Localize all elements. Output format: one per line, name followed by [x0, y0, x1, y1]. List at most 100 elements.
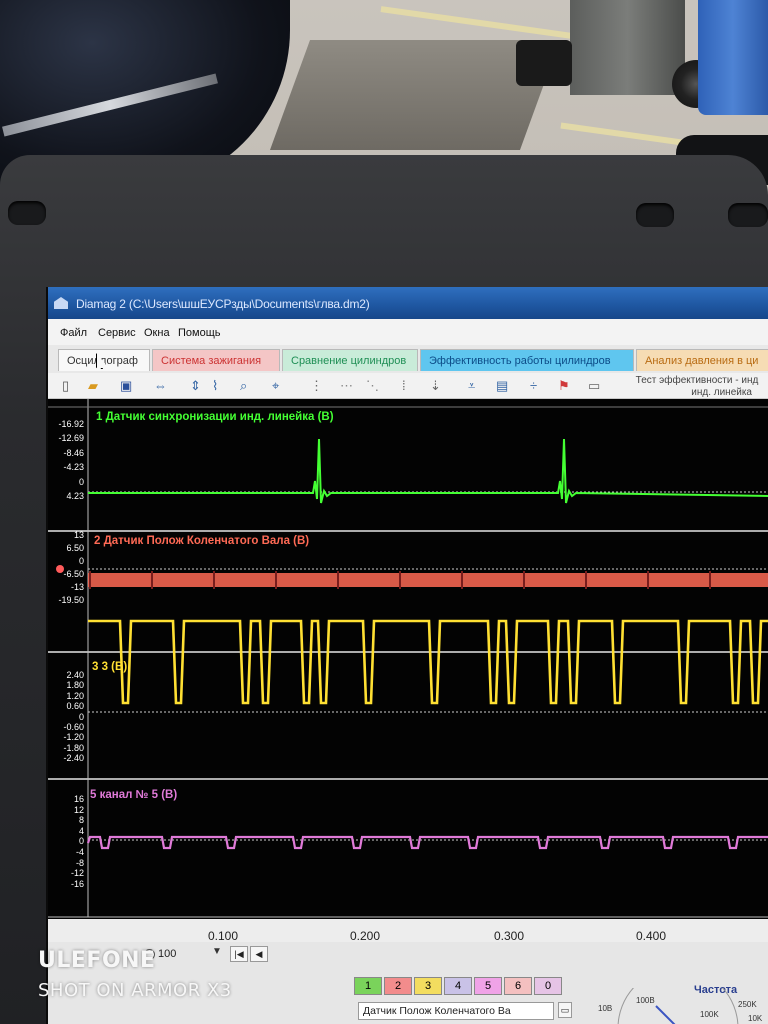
zoom-select[interactable]: 100	[158, 948, 220, 964]
y-tick-label: -16	[70, 878, 84, 889]
y-tick-label: -19.50	[58, 595, 84, 605]
trace-channel-5	[86, 835, 768, 850]
tab-pressure-analysis[interactable]: Анализ давления в ци	[636, 349, 768, 371]
bezel-bumper	[636, 203, 674, 227]
marker-icon[interactable]: ⋮	[310, 379, 323, 393]
channel-toggle-2[interactable]: 2	[384, 977, 412, 995]
dial-needle	[655, 1005, 676, 1024]
y-tick-label: 4	[78, 825, 84, 836]
menu-file[interactable]: Файл	[60, 327, 87, 339]
y-tick-label: -8	[75, 857, 84, 868]
y-tick-label: -1.80	[63, 742, 84, 753]
y-tick-label: -12	[70, 868, 84, 879]
test-mode-label: Тест эффективности - инд инд. линейка	[635, 375, 759, 398]
divide-icon[interactable]: ÷	[530, 379, 537, 393]
x-tick-label: 0.300	[494, 929, 525, 943]
fit-icon[interactable]: ⌖	[272, 379, 279, 393]
channel-1-title: 1 Датчик синхронизации инд. линейка (В)	[96, 411, 334, 423]
first-page-button[interactable]: |◀	[230, 946, 248, 962]
y-tick-label: 0	[78, 711, 84, 722]
y-tick-label: 0	[78, 476, 84, 487]
oscilloscope-plot	[48, 399, 768, 918]
shift-icon[interactable]: ⋯	[340, 379, 353, 393]
y-tick-label: -4	[75, 847, 84, 857]
channel-toggle-6[interactable]: 6	[504, 977, 532, 995]
y-tick-label: 4.23	[66, 491, 84, 501]
export-icon[interactable]: ▭	[588, 379, 600, 393]
y-tick-label: -6.50	[63, 569, 84, 579]
watermark-brand: ULEFONE	[38, 948, 156, 973]
save-icon[interactable]: ▣	[120, 379, 132, 393]
window-title: Diamag 2 (C:\Users\шшЕУСРзды\Documents\г…	[76, 297, 370, 311]
tab-ignition-system[interactable]: Система зажигания	[152, 349, 280, 371]
floor-stripe	[380, 6, 580, 40]
dial-label: 100K	[700, 1010, 719, 1019]
x-tick-label: 0.100	[208, 929, 239, 943]
rubber-block	[516, 40, 572, 86]
tab-oscilloscope[interactable]: Осциллограф	[58, 349, 150, 371]
y-tick-label: -12.69	[58, 433, 84, 444]
channel-3-trace	[88, 619, 768, 705]
y-tick-label: -16.92	[58, 419, 84, 429]
watermark-device: SHOT ON ARMOR X3	[38, 980, 232, 1001]
frequency-dial[interactable]	[608, 988, 748, 1024]
horizontal-zoom-icon[interactable]: ⇔	[154, 379, 167, 393]
filter-icon[interactable]: ⩡	[468, 379, 475, 393]
scale-icon[interactable]: ⋱	[366, 379, 379, 393]
dial-label: 100В	[636, 996, 655, 1005]
y-tick-label: -2.40	[63, 753, 84, 764]
y-tick-label: 0.60	[66, 701, 84, 712]
trace-channel-1	[88, 438, 768, 504]
channel-settings-button[interactable]: ▭	[558, 1002, 572, 1018]
tab-bar: Осциллограф Система зажигания Сравнение …	[48, 345, 768, 373]
channel-5-title: 5 канал № 5 (В)	[90, 789, 178, 801]
channel-toggle-3[interactable]: 3	[414, 977, 442, 995]
laptop-screen: Diamag 2 (C:\Users\шшЕУСРзды\Documents\г…	[46, 287, 768, 1024]
y-tick-label: 2.40	[66, 670, 84, 680]
y-tick-label: 0	[78, 556, 84, 566]
sync-sensor-trace	[88, 438, 768, 504]
table-icon[interactable]: ▤	[496, 379, 508, 393]
menu-bar: Файл Сервис Окна Помощь	[48, 319, 768, 345]
channel-3-title: 3 3 (В)	[92, 661, 128, 673]
grid-icon[interactable]: ⁞	[402, 379, 406, 393]
y-tick-label: -8.46	[63, 447, 84, 458]
open-folder-icon[interactable]: ▰	[88, 379, 98, 393]
x-tick-label: 0.200	[350, 929, 381, 943]
y-tick-label: 12	[73, 804, 84, 815]
magnifier-icon[interactable]: ⌕	[240, 379, 247, 393]
channel-toggle-0[interactable]: 0	[534, 977, 562, 995]
channel-toggle-4[interactable]: 4	[444, 977, 472, 995]
dial-label: 10В	[598, 1004, 613, 1013]
tab-cylinder-efficiency[interactable]: Эффективность работы цилиндров	[420, 349, 634, 371]
menu-service[interactable]: Сервис	[98, 327, 136, 339]
y-tick-label: 0	[78, 836, 84, 847]
selected-channel-field[interactable]: Датчик Полож Коленчатого Ва	[358, 1002, 554, 1020]
channel-toggle-1[interactable]: 1	[354, 977, 382, 995]
toolbar: ▯ ▰ ▣ ⇔ ⇕ ⌇ ⌕ ⌖ ⋮ ⋯ ⋱ ⁞ ⇣ ⩡ ▤ ÷ ⚑ ▭ Тест…	[48, 373, 768, 399]
y-tick-label: 16	[73, 794, 84, 804]
new-file-icon[interactable]: ▯	[62, 379, 69, 393]
flag-icon[interactable]: ⚑	[558, 379, 570, 393]
y-tick-label: 6.50	[66, 543, 84, 553]
bezel-bumper	[8, 201, 46, 225]
prev-page-button[interactable]: ◀	[250, 946, 268, 962]
y-tick-label: -0.60	[63, 722, 84, 732]
chevron-down-icon[interactable]: ▼	[212, 946, 222, 957]
menu-help[interactable]: Помощь	[178, 327, 221, 339]
align-icon[interactable]: ⇣	[430, 379, 441, 393]
channel-toggle-5[interactable]: 5	[474, 977, 502, 995]
menu-windows[interactable]: Окна	[144, 327, 170, 339]
app-logo-icon	[54, 297, 68, 309]
tab-cylinder-comparison[interactable]: Сравнение цилиндров	[282, 349, 418, 371]
y-tick-label: -13	[70, 582, 84, 592]
blue-bin	[698, 0, 768, 115]
y-tick-label: 13	[73, 530, 84, 540]
vertical-zoom-icon[interactable]: ⇕	[190, 379, 201, 393]
cursor-measure-icon[interactable]: ⌇	[212, 379, 218, 393]
y-tick-label: 8	[78, 815, 84, 826]
crank-sensor-band	[88, 573, 768, 587]
oscilloscope-view[interactable]: 1 Датчик синхронизации инд. линейка (В) …	[48, 399, 768, 939]
dial-label: 250K	[738, 1000, 757, 1009]
y-tick-label: -1.20	[63, 732, 84, 743]
